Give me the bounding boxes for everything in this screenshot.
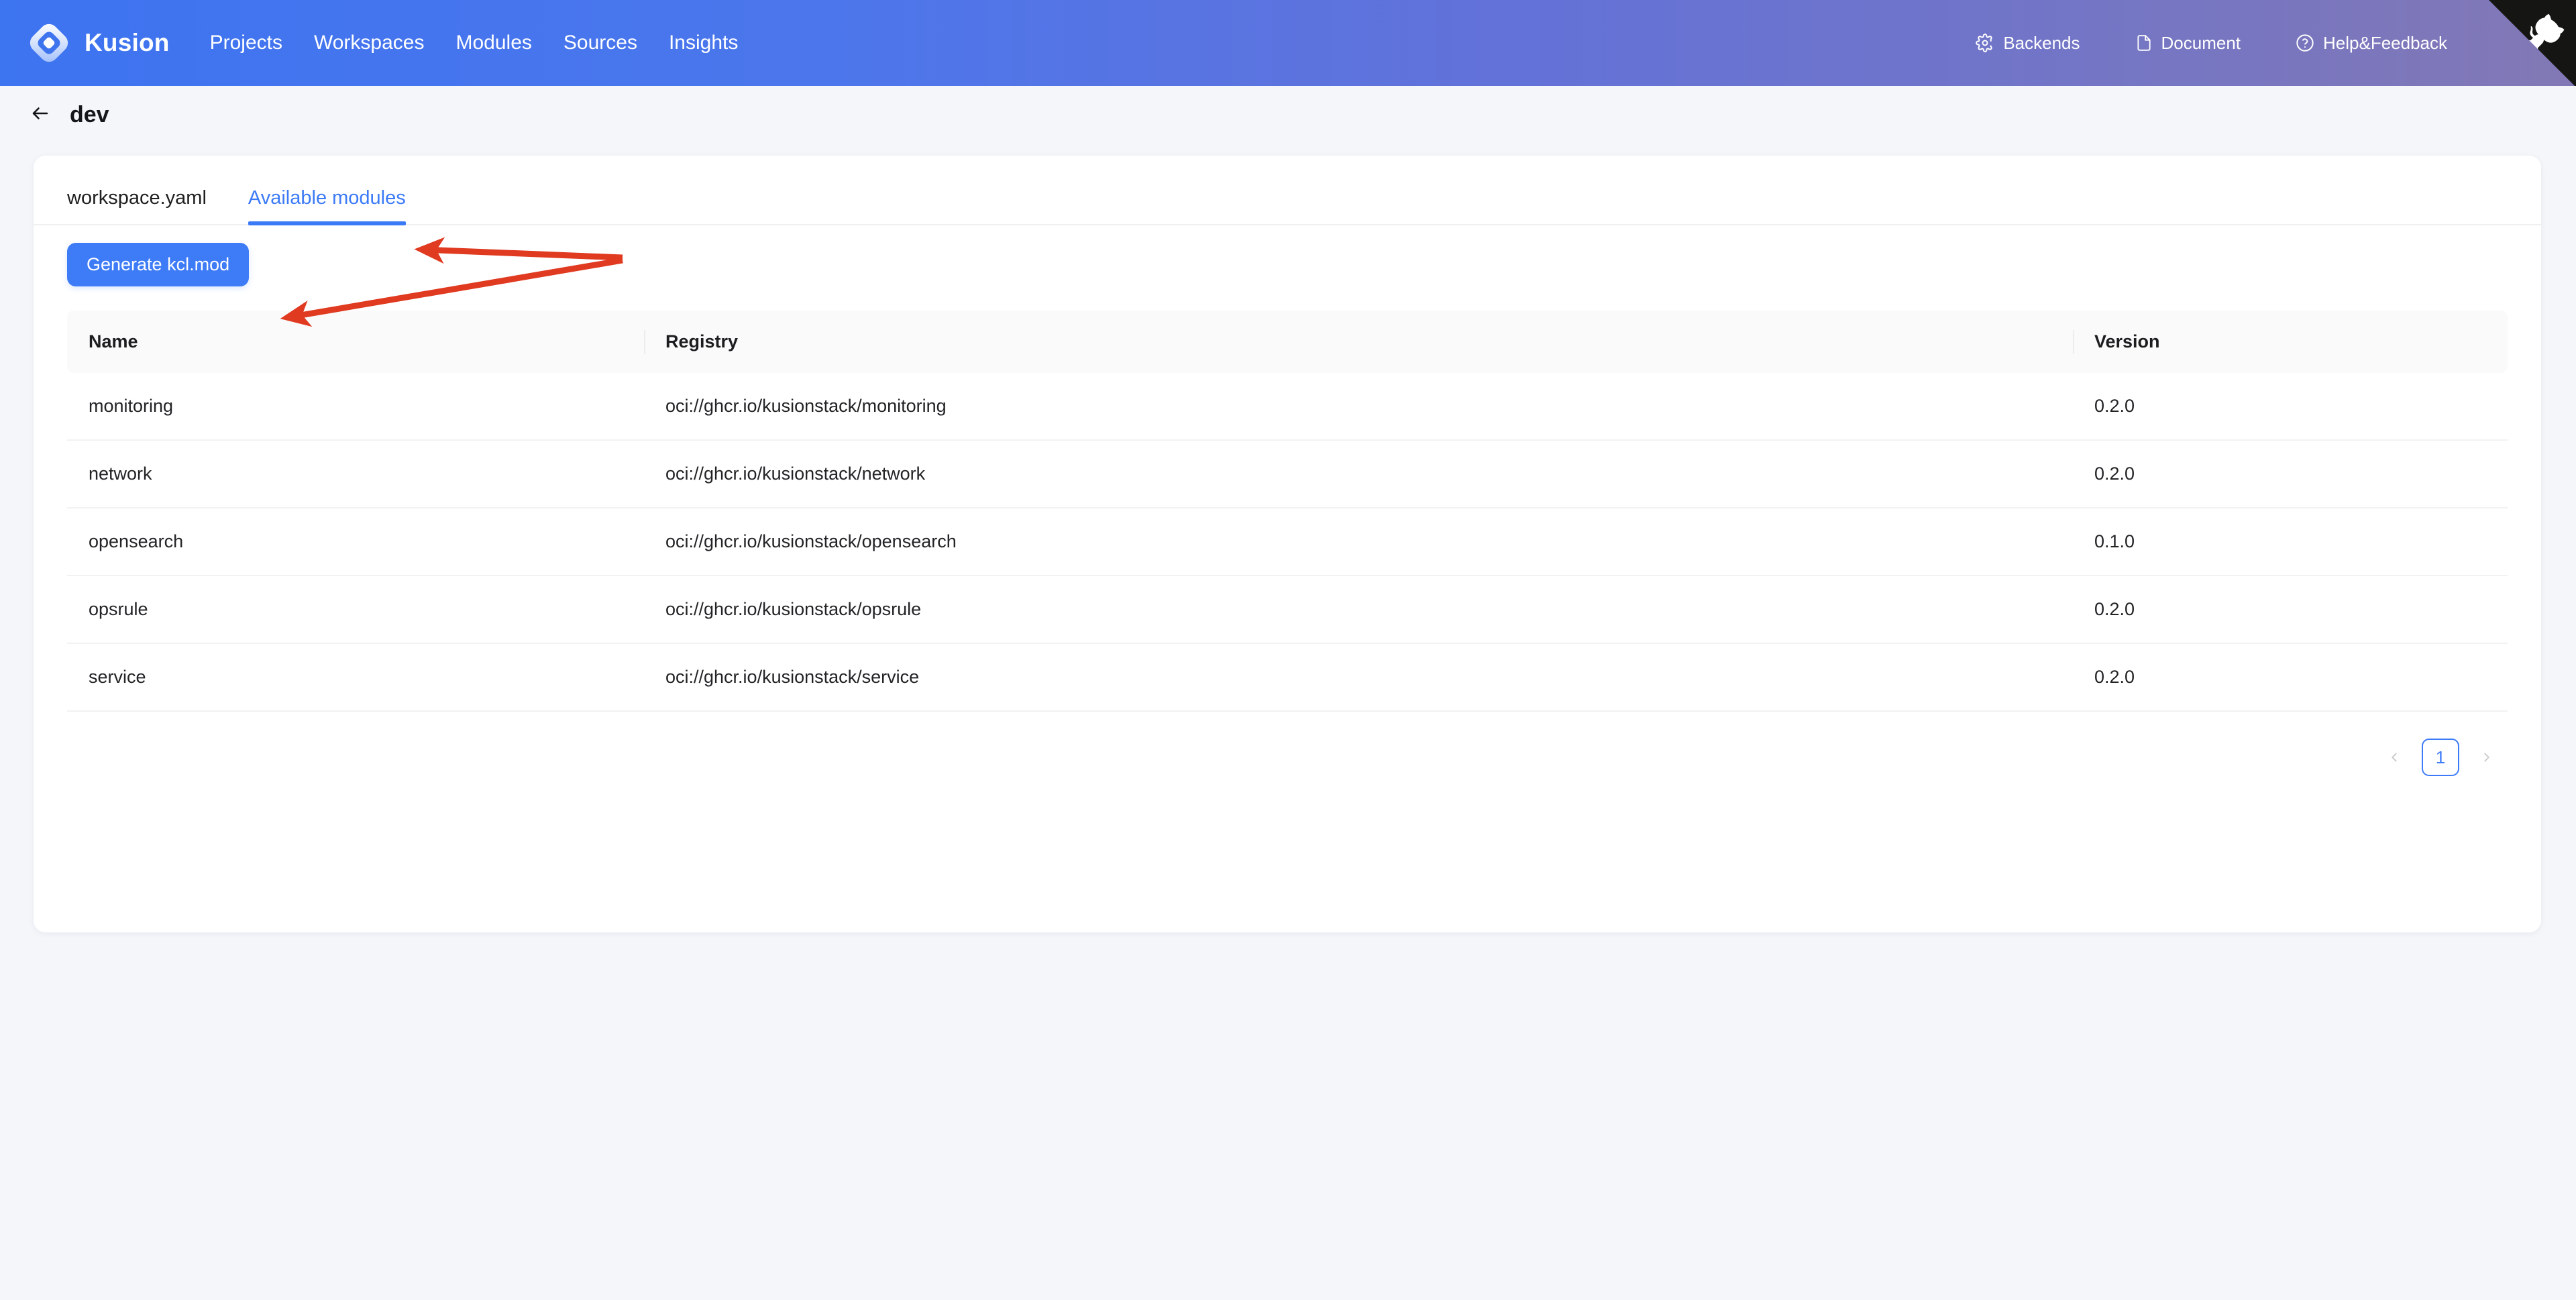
table-body: monitoring oci://ghcr.io/kusionstack/mon… [67,373,2508,711]
nav-item-insights[interactable]: Insights [669,33,738,53]
table-header-row: Name Registry Version [67,311,2508,373]
column-header-name[interactable]: Name [67,311,644,373]
page-title: dev [70,102,109,128]
table-row[interactable]: opensearch oci://ghcr.io/kusionstack/ope… [67,508,2508,576]
page-number-1[interactable]: 1 [2422,739,2459,776]
nav-item-workspaces[interactable]: Workspaces [314,33,425,53]
column-header-registry[interactable]: Registry [644,311,2073,373]
table-row[interactable]: network oci://ghcr.io/kusionstack/networ… [67,440,2508,508]
page-header: dev [0,86,2576,144]
kusion-diamond-logo-icon [28,22,70,64]
brand-name: Kusion [85,29,170,57]
modules-table-wrapper: Name Registry Version monitoring oci://g… [34,286,2541,776]
nav-item-modules[interactable]: Modules [455,33,531,53]
arrow-left-icon[interactable] [28,103,52,127]
nav-item-projects[interactable]: Projects [210,33,282,53]
tab-workspace-yaml[interactable]: workspace.yaml [67,187,207,224]
cell-name: service [67,643,644,711]
cell-version: 0.1.0 [2073,508,2508,576]
toolbar: Generate kcl.mod [34,225,2509,286]
table-head: Name Registry Version [67,311,2508,373]
cell-version: 0.2.0 [2073,576,2508,643]
tab-available-modules[interactable]: Available modules [248,187,406,224]
cell-name: opsrule [67,576,644,643]
cell-registry: oci://ghcr.io/kusionstack/opensearch [644,508,2073,576]
table-row[interactable]: service oci://ghcr.io/kusionstack/servic… [67,643,2508,711]
column-header-version[interactable]: Version [2073,311,2508,373]
cell-registry: oci://ghcr.io/kusionstack/opsrule [644,576,2073,643]
chevron-right-icon[interactable] [2471,742,2502,773]
pagination: 1 [67,712,2508,776]
nav-action-label: Backends [2003,33,2080,54]
nav-action-backends[interactable]: Backends [1976,33,2080,54]
cell-name: monitoring [67,373,644,440]
cell-registry: oci://ghcr.io/kusionstack/service [644,643,2073,711]
tab-bar: workspace.yaml Available modules [34,156,2541,225]
cell-registry: oci://ghcr.io/kusionstack/monitoring [644,373,2073,440]
nav-action-label: Document [2161,33,2241,54]
top-navigation-bar: Kusion Projects Workspaces Modules Sourc… [0,0,2576,86]
primary-nav: Projects Workspaces Modules Sources Insi… [210,33,739,53]
brand[interactable]: Kusion [28,22,170,64]
content-card: workspace.yaml Available modules Generat… [34,156,2541,932]
file-icon [2135,34,2153,52]
cell-registry: oci://ghcr.io/kusionstack/network [644,440,2073,508]
cell-name: network [67,440,644,508]
question-circle-icon [2296,34,2314,52]
cell-name: opensearch [67,508,644,576]
nav-action-document[interactable]: Document [2135,33,2241,54]
secondary-nav: Backends Document Help&Feedback [1976,33,2576,54]
nav-item-sources[interactable]: Sources [564,33,637,53]
cell-version: 0.2.0 [2073,373,2508,440]
cell-version: 0.2.0 [2073,440,2508,508]
cell-version: 0.2.0 [2073,643,2508,711]
table-row[interactable]: monitoring oci://ghcr.io/kusionstack/mon… [67,373,2508,440]
chevron-left-icon[interactable] [2379,742,2410,773]
generate-kcl-mod-button[interactable]: Generate kcl.mod [67,243,249,286]
table-row[interactable]: opsrule oci://ghcr.io/kusionstack/opsrul… [67,576,2508,643]
gear-icon [1976,34,1994,52]
nav-action-label: Help&Feedback [2323,33,2447,54]
modules-table: Name Registry Version monitoring oci://g… [67,311,2508,712]
nav-action-help-feedback[interactable]: Help&Feedback [2296,33,2447,54]
github-octocat-corner-icon[interactable] [2489,0,2576,86]
